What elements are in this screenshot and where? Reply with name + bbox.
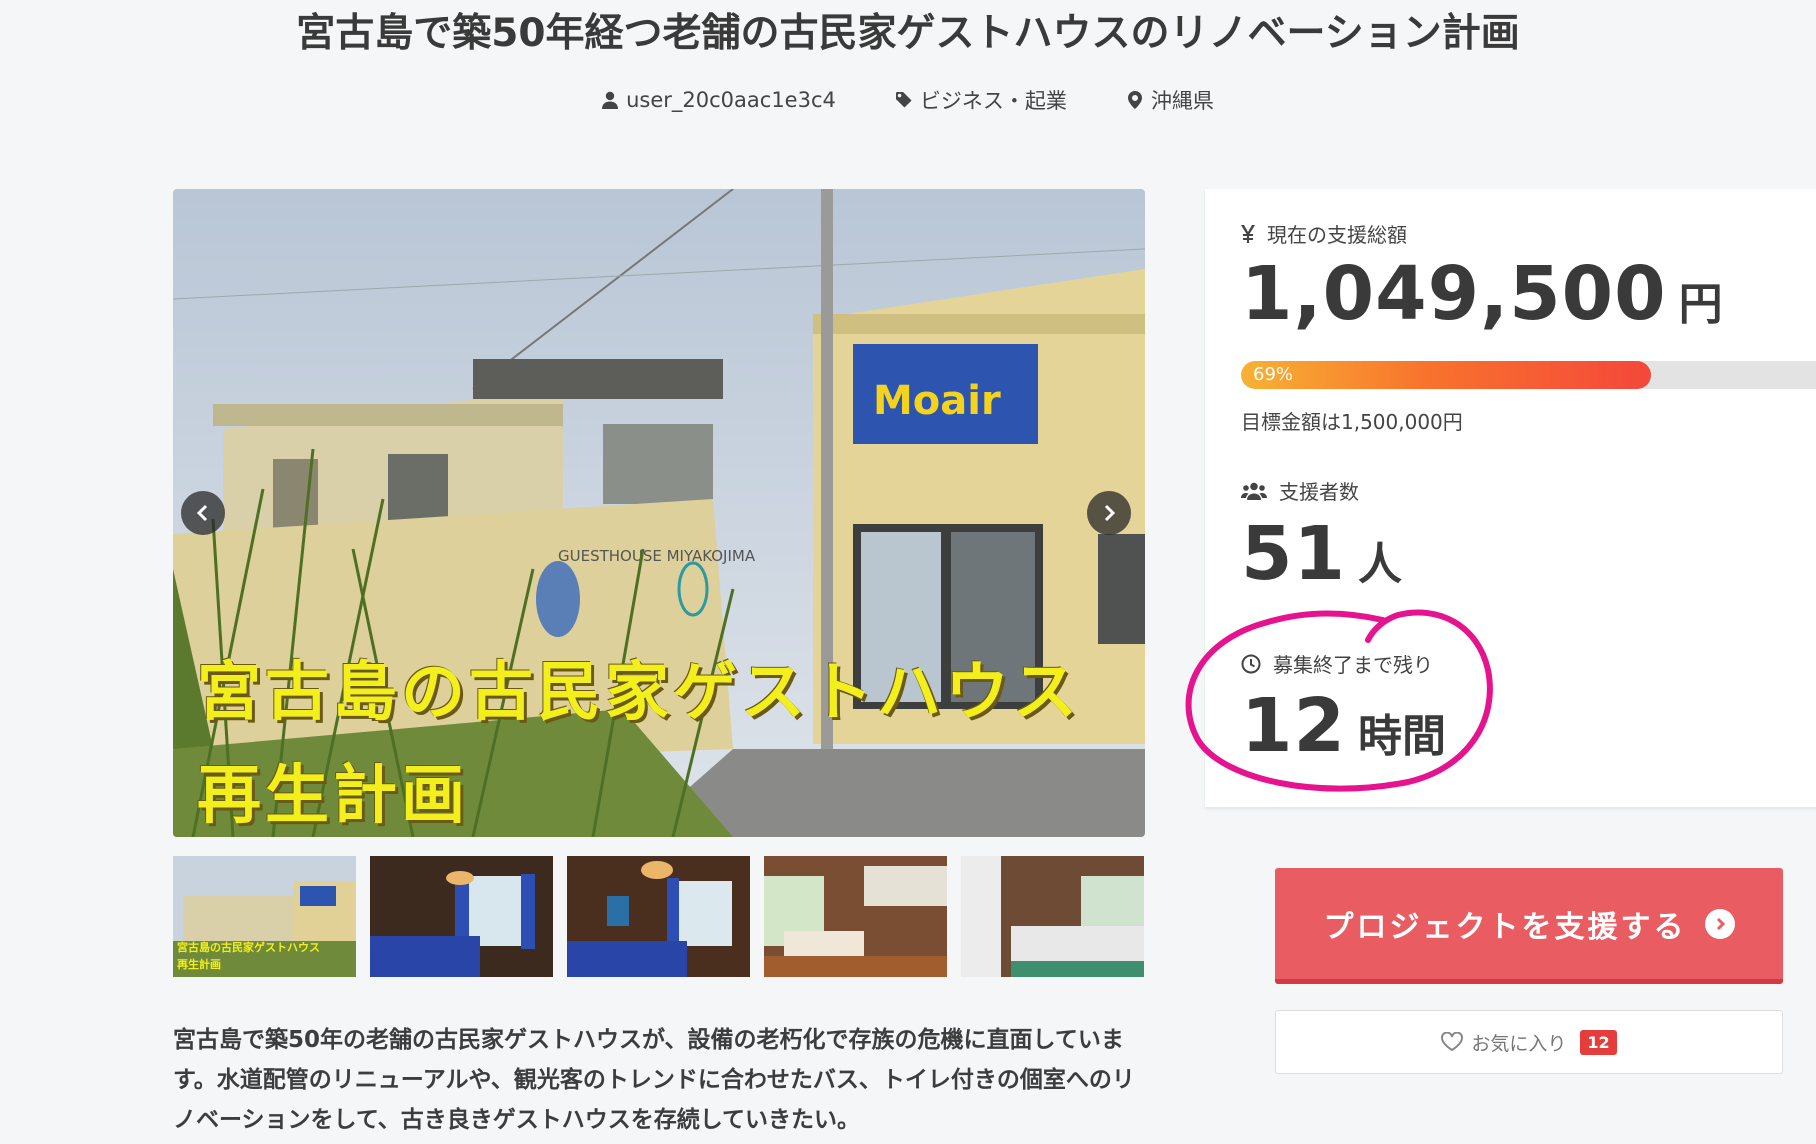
heart-icon xyxy=(1441,1032,1464,1052)
progress-bar: 69% xyxy=(1241,361,1816,389)
thumbnail-image xyxy=(370,856,553,977)
thumbnail-caption-line1: 宮古島の古民家ゲストハウス xyxy=(177,940,320,954)
carousel-next-button[interactable] xyxy=(1087,491,1131,535)
funding-stats-panel: 現在の支援総額 1,049,500 円 69% 目標金額は1,500,000円 … xyxy=(1205,189,1816,807)
user-icon xyxy=(602,91,619,109)
goal-amount: 目標金額は1,500,000円 xyxy=(1241,410,1463,434)
favorite-label: お気に入り xyxy=(1471,1032,1567,1055)
remaining-time-value: 12 xyxy=(1241,683,1346,769)
image-caption-line2: 再生計画 xyxy=(197,759,469,833)
project-location[interactable]: 沖縄県 xyxy=(1127,86,1214,114)
thumbnail-2[interactable] xyxy=(370,856,553,977)
remaining-time: 12 時間 xyxy=(1241,683,1446,769)
thumbnail-4[interactable] xyxy=(764,856,947,977)
project-description: 宮古島で築50年の老舗の古民家ゲストハウスが、設備の老朽化で存族の危機に直面して… xyxy=(173,1027,1135,1133)
thumbnail-strip: 宮古島の古民家ゲストハウス 再生計画 xyxy=(173,856,1145,977)
thumbnail-image: 宮古島の古民家ゲストハウス 再生計画 xyxy=(173,856,356,977)
thumbnail-image xyxy=(764,856,947,977)
guesthouse-photo: Moair GUESTHOUSE MIYAKOJIMA xyxy=(173,189,1145,837)
remaining-label: 募集終了まで残り xyxy=(1241,649,1433,678)
total-amount-unit: 円 xyxy=(1678,279,1723,330)
total-amount: 1,049,500 円 xyxy=(1241,251,1723,337)
backers-count-unit: 人 xyxy=(1357,539,1402,590)
favorite-button[interactable]: お気に入り 12 xyxy=(1275,1010,1783,1074)
clock-icon xyxy=(1241,654,1261,673)
category-label: ビジネス・起業 xyxy=(919,89,1067,113)
users-icon xyxy=(1241,482,1267,500)
yen-icon xyxy=(1241,224,1255,243)
project-meta: user_20c0aac1e3c4 ビジネス・起業 沖縄県 xyxy=(0,86,1816,114)
project-category[interactable]: ビジネス・起業 xyxy=(895,86,1067,114)
chevron-right-icon xyxy=(1104,504,1116,522)
backers-label: 支援者数 xyxy=(1241,476,1359,505)
thumbnail-image xyxy=(961,856,1144,977)
backers-count: 51 人 xyxy=(1241,511,1402,597)
favorite-count-badge: 12 xyxy=(1580,1029,1617,1055)
project-title: 宮古島で築50年経つ老舗の古民家ゲストハウスのリノベーション計画 xyxy=(296,11,1520,56)
total-label: 現在の支援総額 xyxy=(1241,219,1407,248)
support-project-button[interactable]: プロジェクトを支援する xyxy=(1275,868,1783,984)
support-button-label: プロジェクトを支援する xyxy=(1323,909,1687,945)
progress-fill: 69% xyxy=(1241,361,1651,389)
image-caption-line1: 宮古島の古民家ゲストハウス xyxy=(197,656,1081,730)
thumbnail-5[interactable] xyxy=(961,856,1144,977)
tag-icon xyxy=(895,92,912,108)
banner-text: Moair xyxy=(873,378,1001,424)
remaining-time-unit: 時間 xyxy=(1357,711,1446,762)
thumbnail-caption-line2: 再生計画 xyxy=(177,957,221,971)
chevron-left-icon xyxy=(196,504,208,522)
thumbnail-image xyxy=(567,856,750,977)
total-amount-value: 1,049,500 xyxy=(1241,251,1667,337)
map-pin-icon xyxy=(1127,91,1142,109)
location-label: 沖縄県 xyxy=(1150,89,1214,113)
carousel-prev-button[interactable] xyxy=(181,491,225,535)
thumbnail-1[interactable]: 宮古島の古民家ゲストハウス 再生計画 xyxy=(173,856,356,977)
backers-count-value: 51 xyxy=(1241,511,1346,597)
arrow-circle-right-icon xyxy=(1704,908,1735,939)
project-owner[interactable]: user_20c0aac1e3c4 xyxy=(602,86,836,114)
thumbnail-3[interactable] xyxy=(567,856,750,977)
wall-sign-text: GUESTHOUSE MIYAKOJIMA xyxy=(558,547,756,565)
owner-name: user_20c0aac1e3c4 xyxy=(626,88,836,112)
main-project-image[interactable]: Moair GUESTHOUSE MIYAKOJIMA 宮古島の古民家ゲストハウ… xyxy=(173,189,1145,837)
